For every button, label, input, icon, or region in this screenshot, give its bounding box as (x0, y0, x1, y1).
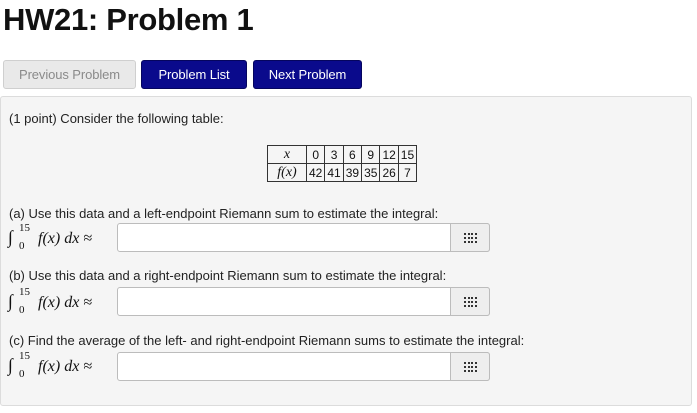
grid-icon (464, 362, 477, 372)
grid-icon (464, 297, 477, 307)
integral-sign: ∫ (8, 227, 13, 247)
table-cell: 12 (379, 145, 399, 164)
table-header-x: x (267, 145, 307, 164)
answer-input-a[interactable] (117, 223, 490, 252)
table-row-x: x 0 3 6 9 12 15 (267, 145, 418, 164)
part-c-integral: ∫ 15 0 f(x) dx ≈ (8, 350, 118, 383)
part-a-integral: ∫ 15 0 f(x) dx ≈ (8, 222, 118, 255)
next-problem-button[interactable]: Next Problem (253, 60, 362, 89)
integral-upper-limit: 15 (19, 286, 30, 298)
previous-problem-button[interactable]: Previous Problem (3, 60, 136, 89)
table-cell: 41 (324, 163, 344, 182)
page: HW21: Problem 1 Previous Problem Problem… (0, 0, 697, 413)
part-b-text: (b) Use this data and a right-endpoint R… (9, 268, 447, 283)
problem-list-button[interactable]: Problem List (141, 60, 247, 89)
integral-sign: ∫ (8, 291, 13, 311)
equation-palette-button-a[interactable] (450, 223, 490, 252)
part-b-integral: ∫ 15 0 f(x) dx ≈ (8, 286, 118, 319)
table-header-fx: f(x) (267, 163, 307, 182)
integral-expression: f(x) dx ≈ (38, 294, 93, 311)
integral-lower-limit: 0 (19, 304, 25, 316)
table-cell: 42 (305, 163, 326, 182)
grid-icon (464, 233, 477, 243)
table-cell: 15 (397, 145, 418, 164)
integral-upper-limit: 15 (19, 350, 30, 362)
integral-expression: f(x) dx ≈ (38, 230, 93, 247)
integral-sign: ∫ (8, 355, 13, 375)
table-row-fx: f(x) 42 41 39 35 26 7 (267, 163, 418, 182)
integral-expression: f(x) dx ≈ (38, 358, 93, 375)
integral-upper-limit: 15 (19, 222, 30, 234)
answer-input-b[interactable] (117, 287, 490, 316)
table-cell: 35 (361, 163, 381, 182)
equation-palette-button-c[interactable] (450, 352, 490, 381)
integral-lower-limit: 0 (19, 240, 25, 252)
table-cell: 0 (305, 145, 326, 164)
problem-intro: (1 point) Consider the following table: (9, 111, 224, 126)
table-cell: 39 (342, 163, 363, 182)
table-cell: 26 (379, 163, 399, 182)
table-cell: 6 (342, 145, 363, 164)
part-c-text: (c) Find the average of the left- and ri… (9, 333, 525, 348)
part-a-text: (a) Use this data and a left-endpoint Ri… (9, 206, 439, 221)
table-cell: 3 (324, 145, 344, 164)
integral-lower-limit: 0 (19, 368, 25, 380)
table-cell: 7 (397, 163, 418, 182)
data-table: x 0 3 6 9 12 15 f(x) 42 41 39 35 26 7 (267, 145, 418, 182)
table-cell: 9 (361, 145, 381, 164)
equation-palette-button-b[interactable] (450, 287, 490, 316)
page-title: HW21: Problem 1 (3, 2, 254, 37)
answer-input-c[interactable] (117, 352, 490, 381)
